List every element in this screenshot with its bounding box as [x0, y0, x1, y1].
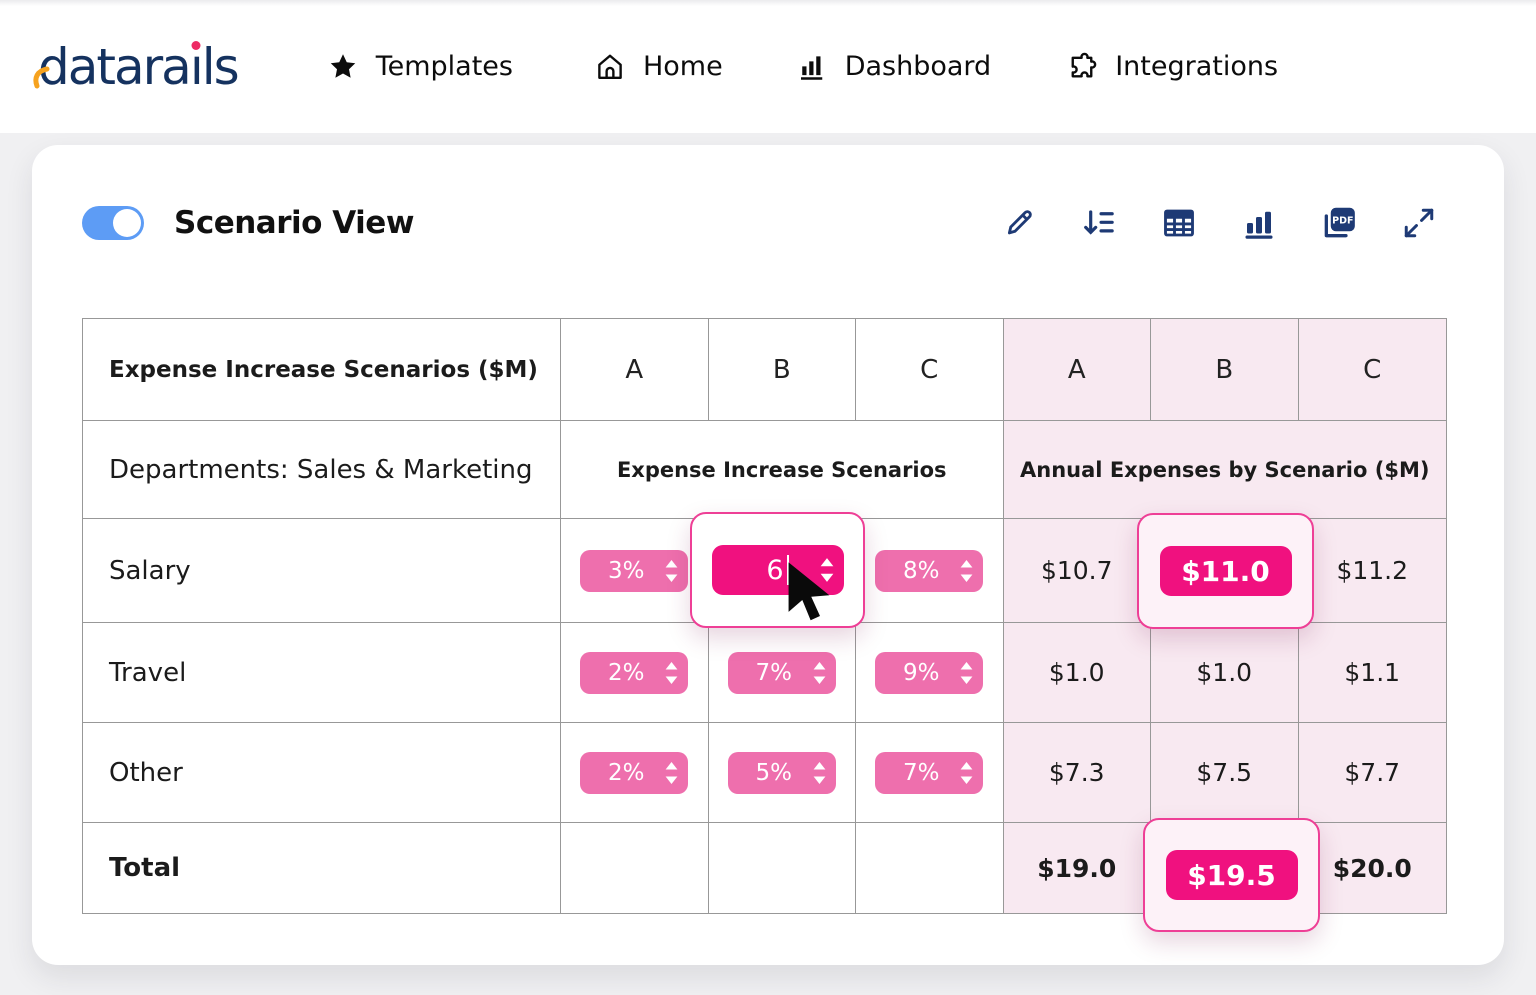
bar-chart-icon[interactable]: [1240, 204, 1278, 242]
nav-item-label: Dashboard: [845, 51, 991, 82]
row-label-salary: Salary: [83, 519, 561, 623]
card-toolbar: PDF: [1000, 204, 1438, 242]
travel-increase-c-stepper[interactable]: 9%: [875, 652, 983, 694]
col-header-increase-b: B: [709, 319, 857, 421]
edit-pencil-icon[interactable]: [1000, 204, 1038, 242]
card-header: Scenario View PDF: [82, 201, 1438, 245]
nav-item-label: Integrations: [1115, 51, 1278, 82]
star-icon: [328, 52, 358, 82]
total-increase-a-cell: [561, 823, 709, 913]
highlight-popup-total-b: $19.5: [1143, 818, 1320, 932]
group-header-annual: Annual Expenses by Scenario ($M): [1004, 421, 1447, 519]
stepper-arrows-icon[interactable]: [813, 762, 826, 784]
logo-text-prefix: datara: [38, 42, 190, 92]
scenario-view-toggle[interactable]: [82, 206, 144, 240]
datarails-logo[interactable]: dataraıls: [38, 42, 238, 92]
edit-popup-salary-b: 6: [690, 512, 865, 628]
puzzle-icon: [1067, 52, 1097, 82]
bar-chart-icon: [797, 52, 827, 82]
other-annual-a: $7.3: [1004, 723, 1152, 823]
top-navbar: dataraıls Templates Home Dashboard Integ…: [0, 0, 1536, 133]
salary-annual-a: $10.7: [1004, 519, 1152, 623]
row-label-other: Other: [83, 723, 561, 823]
page-title: Scenario View: [174, 205, 414, 241]
nav-item-templates[interactable]: Templates: [328, 51, 513, 82]
logo-orange-accent: [31, 50, 51, 100]
travel-annual-b: $1.0: [1151, 623, 1299, 723]
total-annual-a: $19.0: [1004, 823, 1152, 913]
nav-item-label: Templates: [376, 51, 513, 82]
stepper-arrows-icon[interactable]: [813, 662, 826, 684]
other-increase-a-stepper[interactable]: 2%: [580, 752, 688, 794]
other-annual-b: $7.5: [1151, 723, 1299, 823]
total-b-annual-highlight: $19.5: [1166, 850, 1298, 900]
salary-increase-c-cell: 8%: [856, 519, 1004, 623]
group-header-increase: Expense Increase Scenarios: [561, 421, 1004, 519]
home-icon: [595, 52, 625, 82]
other-increase-a-cell: 2%: [561, 723, 709, 823]
total-increase-b-cell: [709, 823, 857, 913]
total-increase-c-cell: [856, 823, 1004, 913]
other-annual-c: $7.7: [1299, 723, 1447, 823]
salary-increase-a-stepper[interactable]: 3%: [580, 550, 688, 592]
highlight-popup-salary-b: $11.0: [1137, 513, 1314, 629]
other-increase-b-stepper[interactable]: 5%: [728, 752, 836, 794]
export-pdf-icon[interactable]: PDF: [1320, 204, 1358, 242]
nav-item-label: Home: [643, 51, 723, 82]
sort-list-icon[interactable]: [1080, 204, 1118, 242]
stepper-arrows-icon[interactable]: [665, 662, 678, 684]
col-header-annual-b: B: [1151, 319, 1299, 421]
toggle-knob: [113, 209, 141, 237]
salary-annual-c: $11.2: [1299, 519, 1447, 623]
nav-item-integrations[interactable]: Integrations: [1067, 51, 1278, 82]
other-increase-c-cell: 7%: [856, 723, 1004, 823]
nav-item-dashboard[interactable]: Dashboard: [797, 51, 991, 82]
col-header-increase-a: A: [561, 319, 709, 421]
travel-increase-a-stepper[interactable]: 2%: [580, 652, 688, 694]
row-label-total: Total: [83, 823, 561, 913]
stepper-arrows-icon[interactable]: [665, 762, 678, 784]
salary-b-annual-highlight: $11.0: [1160, 546, 1292, 596]
stepper-arrows-icon[interactable]: [960, 560, 973, 582]
other-increase-b-cell: 5%: [709, 723, 857, 823]
travel-increase-c-cell: 9%: [856, 623, 1004, 723]
salary-increase-c-stepper[interactable]: 8%: [875, 550, 983, 592]
stepper-arrows-icon[interactable]: [960, 762, 973, 784]
other-increase-c-stepper[interactable]: 7%: [875, 752, 983, 794]
stepper-arrows-icon[interactable]: [665, 560, 678, 582]
nav-item-home[interactable]: Home: [595, 51, 723, 82]
travel-annual-a: $1.0: [1004, 623, 1152, 723]
logo-letter-i: ı: [190, 42, 202, 92]
travel-annual-c: $1.1: [1299, 623, 1447, 723]
total-annual-c: $20.0: [1299, 823, 1447, 913]
svg-text:PDF: PDF: [1332, 215, 1353, 226]
travel-increase-b-cell: 7%: [709, 623, 857, 723]
table-corner-header: Expense Increase Scenarios ($M): [83, 319, 561, 421]
travel-increase-b-stepper[interactable]: 7%: [728, 652, 836, 694]
department-label: Departments: Sales & Marketing: [83, 421, 561, 519]
col-header-increase-c: C: [856, 319, 1004, 421]
stepper-arrows-icon[interactable]: [960, 662, 973, 684]
travel-increase-a-cell: 2%: [561, 623, 709, 723]
row-label-travel: Travel: [83, 623, 561, 723]
col-header-annual-c: C: [1299, 319, 1447, 421]
table-grid-icon[interactable]: [1160, 204, 1198, 242]
salary-increase-a-cell: 3%: [561, 519, 709, 623]
logo-text-suffix: ls: [202, 42, 238, 92]
col-header-annual-a: A: [1004, 319, 1152, 421]
mouse-cursor: [784, 560, 836, 632]
expand-icon[interactable]: [1400, 204, 1438, 242]
